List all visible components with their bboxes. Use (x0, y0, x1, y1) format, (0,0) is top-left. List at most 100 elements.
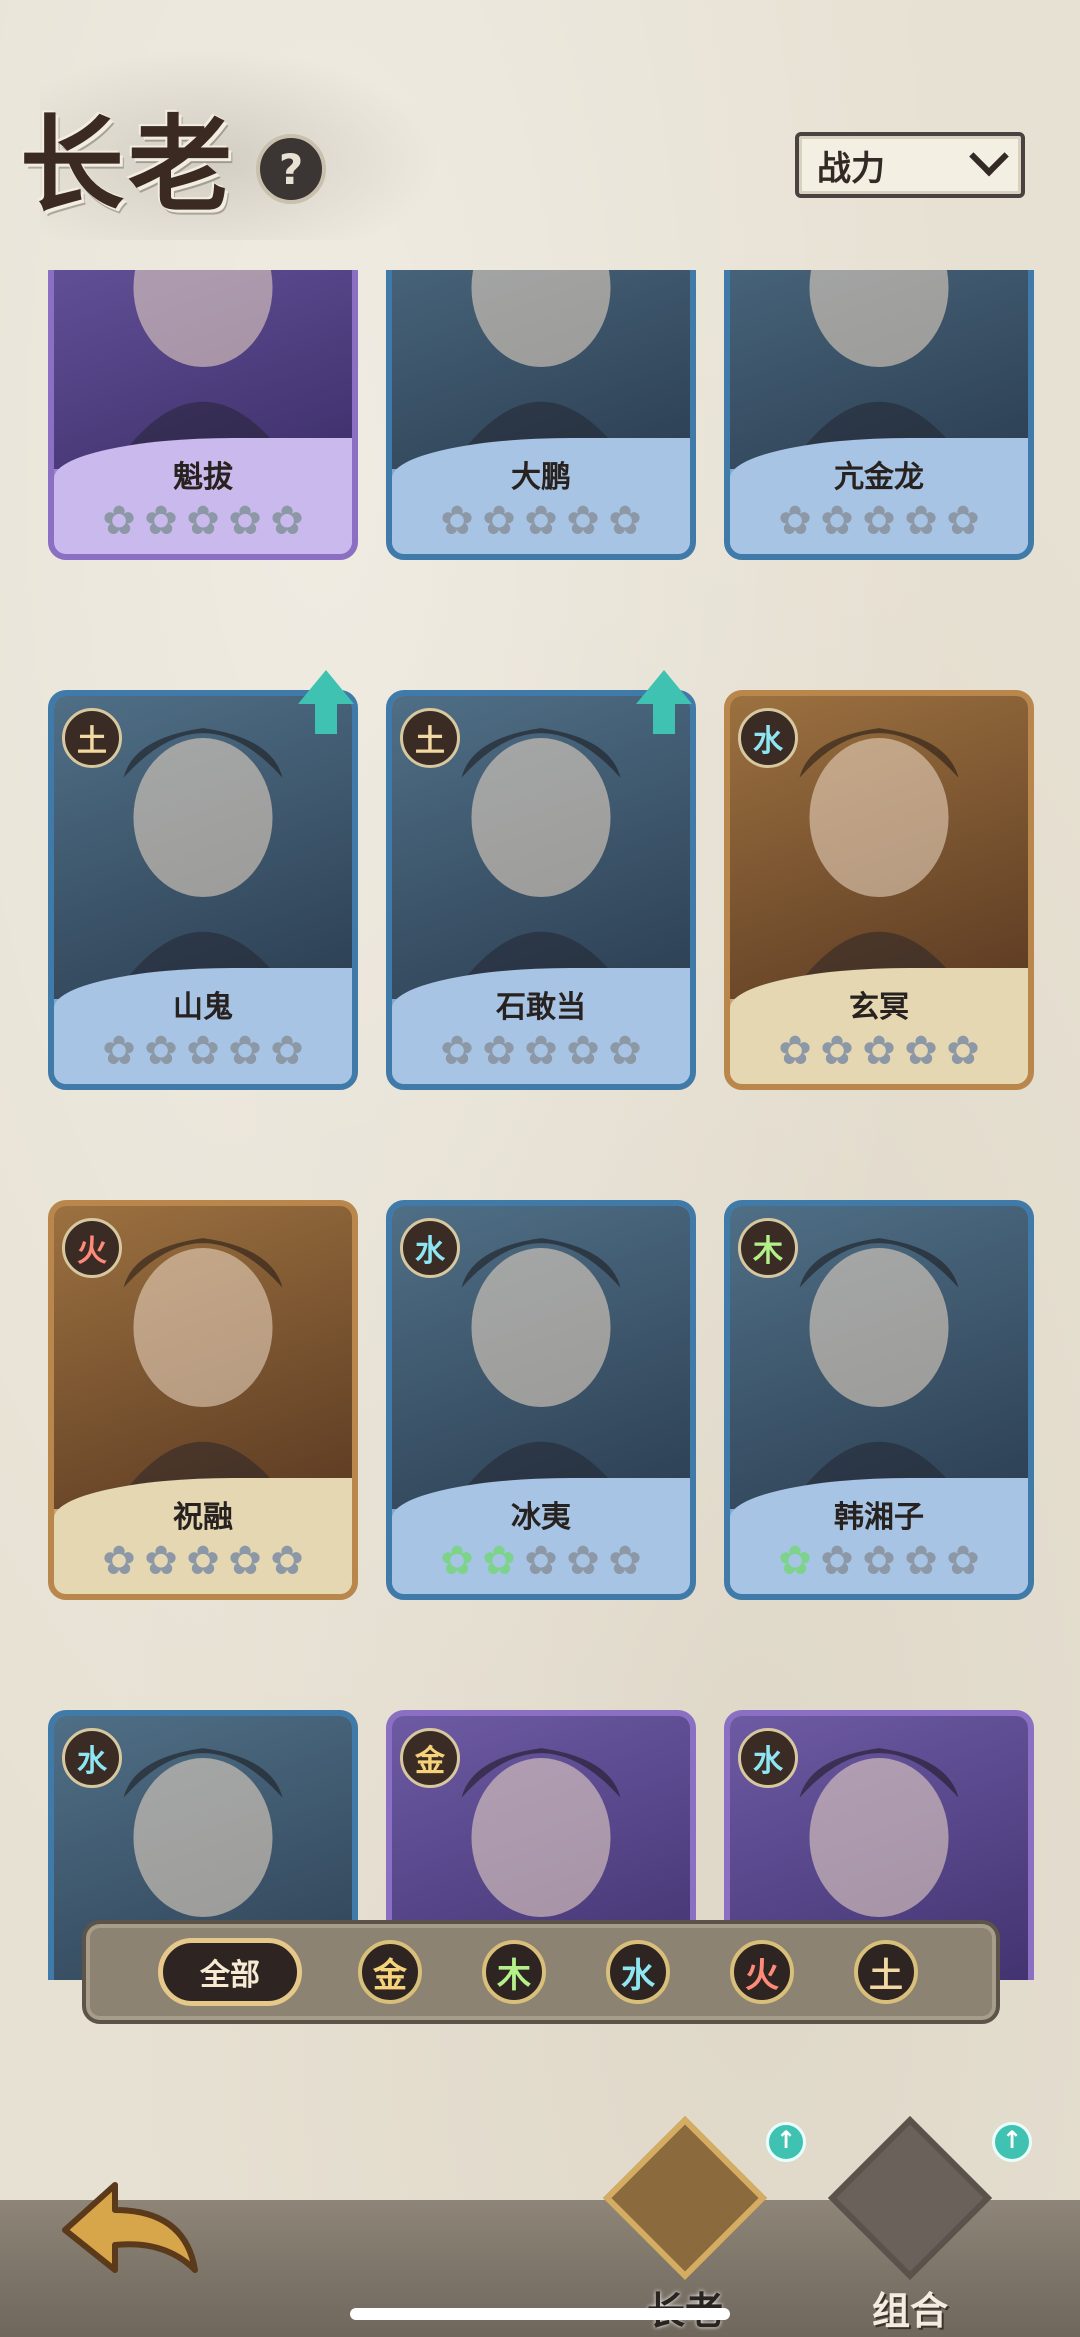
elder-name: 大鹏 (511, 460, 571, 495)
star-icon: ✿ (482, 498, 516, 544)
elder-card[interactable]: 魁拔 ✿ ✿ ✿ ✿ ✿ (48, 270, 358, 560)
star-icon: ✿ (566, 1028, 600, 1074)
filter-water-button[interactable]: 水 (606, 1940, 670, 2004)
star-icon: ✿ (228, 498, 262, 544)
star-icon: ✿ (608, 1538, 642, 1584)
upgrade-arrow-icon (636, 670, 692, 736)
sort-dropdown[interactable]: 战力 (795, 132, 1025, 198)
star-icon: ✿ (144, 1538, 178, 1584)
help-icon[interactable]: ? (256, 134, 326, 204)
star-icon: ✿ (904, 1538, 938, 1584)
star-rating: ✿ ✿ ✿ ✿ ✿ (730, 1028, 1028, 1074)
star-icon: ✿ (820, 1028, 854, 1074)
star-rating: ✿ ✿ ✿ ✿ ✿ (392, 498, 690, 544)
element-badge: 火 (62, 1218, 122, 1278)
star-icon: ✿ (102, 1028, 136, 1074)
filter-wood-button[interactable]: 木 (482, 1940, 546, 2004)
star-icon: ✿ (566, 1538, 600, 1584)
star-rating: ✿ ✿ ✿ ✿ ✿ (54, 1538, 352, 1584)
star-icon: ✿ (524, 498, 558, 544)
filter-earth-button[interactable]: 土 (854, 1940, 918, 2004)
elder-card[interactable]: 玄冥 ✿ ✿ ✿ ✿ ✿ 水 (724, 690, 1034, 1090)
upgrade-arrow-icon (298, 670, 354, 736)
element-badge: 金 (400, 1728, 460, 1788)
element-badge: 土 (62, 708, 122, 768)
elder-card[interactable]: 石敢当 ✿ ✿ ✿ ✿ ✿ 土 (386, 690, 696, 1090)
star-icon: ✿ (946, 1538, 980, 1584)
tab-combo[interactable]: 组合 (827, 2110, 993, 2333)
star-icon: ✿ (904, 1028, 938, 1074)
star-icon: ✿ (102, 498, 136, 544)
tab-elders[interactable]: 长老 (602, 2110, 768, 2333)
element-badge: 土 (400, 708, 460, 768)
star-icon: ✿ (778, 1538, 812, 1584)
elder-card[interactable]: 亢金龙 ✿ ✿ ✿ ✿ ✿ (724, 270, 1034, 560)
star-icon: ✿ (862, 1538, 896, 1584)
bottom-nav: 长老 ↑ 组合 ↑ (0, 2090, 1080, 2337)
star-rating: ✿ ✿ ✿ ✿ ✿ (392, 1028, 690, 1074)
element-badge: 水 (400, 1218, 460, 1278)
star-icon: ✿ (144, 1028, 178, 1074)
star-icon: ✿ (186, 1538, 220, 1584)
back-arrow-icon[interactable] (55, 2170, 205, 2290)
star-icon: ✿ (778, 498, 812, 544)
star-icon: ✿ (186, 498, 220, 544)
star-icon: ✿ (524, 1028, 558, 1074)
chevron-down-icon (969, 136, 1009, 177)
star-icon: ✿ (608, 1028, 642, 1074)
star-icon: ✿ (228, 1028, 262, 1074)
element-badge: 木 (738, 1218, 798, 1278)
star-icon: ✿ (946, 1028, 980, 1074)
elder-name: 山鬼 (173, 990, 233, 1025)
star-icon: ✿ (820, 1538, 854, 1584)
home-indicator (350, 2308, 730, 2320)
element-badge: 水 (738, 708, 798, 768)
star-icon: ✿ (820, 498, 854, 544)
star-icon: ✿ (440, 1538, 474, 1584)
elder-name: 冰夷 (511, 1500, 571, 1535)
star-icon: ✿ (862, 498, 896, 544)
filter-all-button[interactable]: 全部 (158, 1938, 302, 2006)
header: 长老 ? 战力 (0, 0, 1080, 260)
star-icon: ✿ (566, 498, 600, 544)
star-icon: ✿ (270, 498, 304, 544)
star-icon: ✿ (946, 498, 980, 544)
upgrade-badge-icon: ↑ (992, 2122, 1032, 2162)
star-icon: ✿ (270, 1028, 304, 1074)
star-icon: ✿ (440, 498, 474, 544)
star-icon: ✿ (608, 498, 642, 544)
combo-portrait-icon (827, 2115, 993, 2281)
element-filter-bar: 全部 金 木 水 火 土 (82, 1920, 1000, 2024)
star-rating: ✿ ✿ ✿ ✿ ✿ (54, 498, 352, 544)
star-icon: ✿ (862, 1028, 896, 1074)
elder-name: 玄冥 (849, 990, 909, 1025)
element-badge: 水 (738, 1728, 798, 1788)
elder-card[interactable]: 祝融 ✿ ✿ ✿ ✿ ✿ 火 (48, 1200, 358, 1600)
star-rating: ✿ ✿ ✿ ✿ ✿ (730, 1538, 1028, 1584)
star-icon: ✿ (228, 1538, 262, 1584)
star-icon: ✿ (270, 1538, 304, 1584)
star-icon: ✿ (144, 498, 178, 544)
upgrade-badge-icon: ↑ (766, 2122, 806, 2162)
elder-card[interactable]: 大鹏 ✿ ✿ ✿ ✿ ✿ (386, 270, 696, 560)
elder-card[interactable]: 韩湘子 ✿ ✿ ✿ ✿ ✿ 木 (724, 1200, 1034, 1600)
elder-name: 亢金龙 (834, 460, 924, 495)
elder-card[interactable]: 冰夷 ✿ ✿ ✿ ✿ ✿ 水 (386, 1200, 696, 1600)
star-rating: ✿ ✿ ✿ ✿ ✿ (54, 1028, 352, 1074)
star-icon: ✿ (778, 1028, 812, 1074)
star-icon: ✿ (904, 498, 938, 544)
elder-card[interactable]: 山鬼 ✿ ✿ ✿ ✿ ✿ 土 (48, 690, 358, 1090)
elder-portrait-icon (602, 2115, 768, 2281)
star-icon: ✿ (482, 1538, 516, 1584)
star-rating: ✿ ✿ ✿ ✿ ✿ (392, 1538, 690, 1584)
elder-name: 韩湘子 (834, 1500, 924, 1535)
star-icon: ✿ (440, 1028, 474, 1074)
star-rating: ✿ ✿ ✿ ✿ ✿ (730, 498, 1028, 544)
element-badge: 水 (62, 1728, 122, 1788)
page-title: 长老 (20, 103, 237, 226)
filter-metal-button[interactable]: 金 (358, 1940, 422, 2004)
elder-grid: 魁拔 ✿ ✿ ✿ ✿ ✿ 大鹏 ✿ ✿ ✿ ✿ ✿ 亢金龙 ✿ ✿ ✿ ✿ ✿ 山鬼 ✿ ✿ ✿ ✿ ✿ 土石敢当 ✿ ✿ ✿ ✿ ✿ 土玄… (40, 270, 1045, 1980)
filter-fire-button[interactable]: 火 (730, 1940, 794, 2004)
elder-name: 祝融 (173, 1500, 233, 1535)
star-icon: ✿ (102, 1538, 136, 1584)
